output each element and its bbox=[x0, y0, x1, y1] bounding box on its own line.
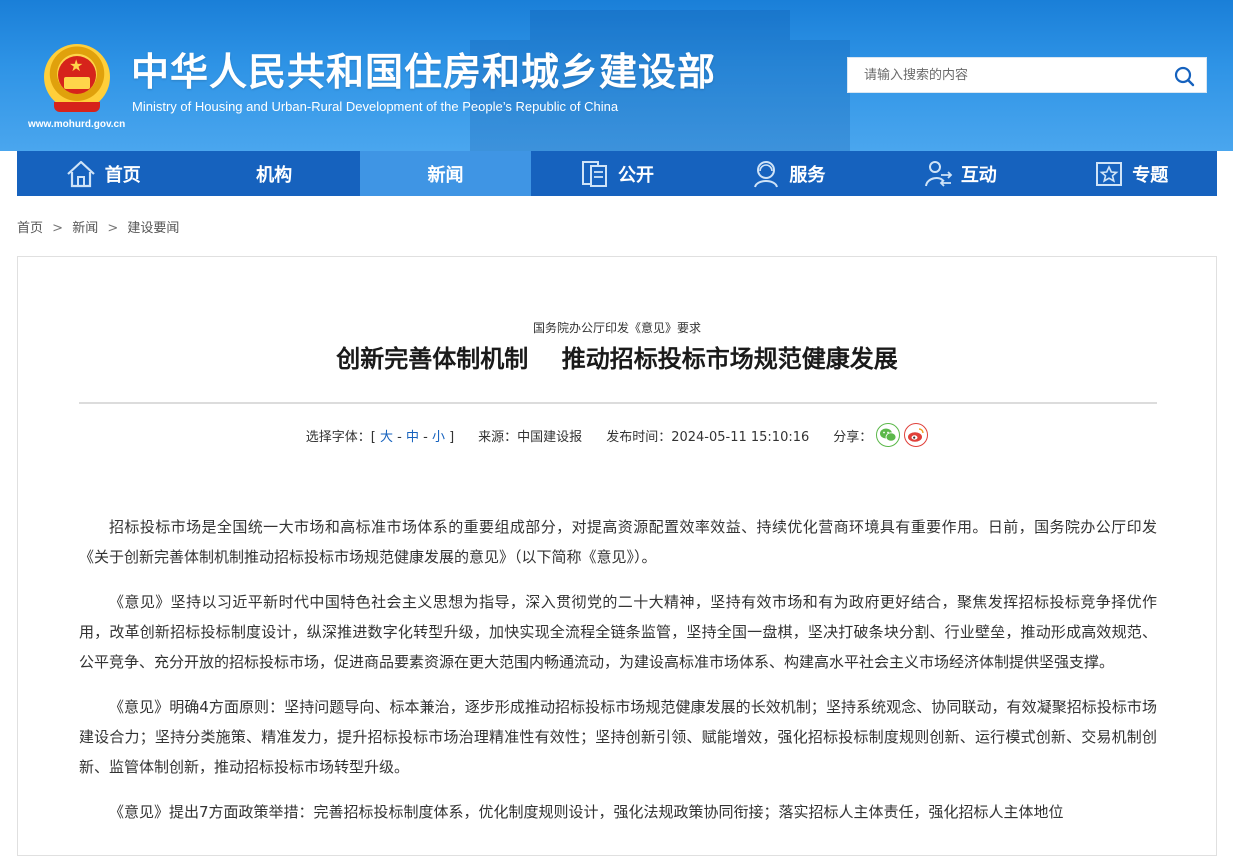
nav-item-label: 专题 bbox=[1132, 164, 1169, 186]
article-container: 国务院办公厅印发《意见》要求 创新完善体制机制 推动招标投标市场规范健康发展 选… bbox=[17, 256, 1217, 856]
breadcrumb-separator: > bbox=[107, 221, 119, 236]
weibo-share-button[interactable] bbox=[904, 423, 929, 447]
breadcrumb-news[interactable]: 新闻 bbox=[72, 221, 98, 236]
weibo-icon bbox=[908, 428, 924, 442]
nav-item-label: 新闻 bbox=[427, 164, 464, 186]
search-icon bbox=[1174, 66, 1195, 87]
wechat-icon bbox=[880, 428, 897, 442]
nav-item-label: 公开 bbox=[617, 164, 654, 186]
font-medium-link[interactable]: 中 bbox=[406, 430, 419, 445]
article-paragraph: 招标投标市场是全国统一大市场和高标准市场体系的重要组成部分，对提高资源配置效率效… bbox=[79, 518, 1157, 566]
site-title-cn[interactable]: 中华人民共和国住房和城乡建设部 bbox=[131, 48, 716, 96]
font-select-label: 选择字体：[ bbox=[305, 429, 376, 445]
nav-item-public[interactable]: 公开 bbox=[531, 151, 702, 196]
font-size-selector: 选择字体：[ 大 - 中 - 小 ] bbox=[306, 426, 454, 445]
document-icon bbox=[581, 160, 607, 187]
nav-item-label: 服务 bbox=[789, 164, 826, 186]
national-emblem-logo[interactable]: ★ bbox=[44, 44, 110, 114]
title-divider bbox=[79, 402, 1157, 404]
wechat-share-button[interactable] bbox=[876, 423, 901, 447]
nav-item-label: 机构 bbox=[256, 164, 293, 186]
nav-item-news[interactable]: 新闻 bbox=[359, 151, 532, 196]
site-url: www.mohurd.gov.cn bbox=[28, 119, 126, 130]
nav-item-interaction[interactable]: 互动 bbox=[874, 151, 1045, 196]
font-dash: - bbox=[397, 429, 402, 445]
font-large-link[interactable]: 大 bbox=[380, 430, 393, 445]
nav-item-home[interactable]: 首页 bbox=[17, 151, 188, 196]
search-input[interactable] bbox=[848, 58, 1158, 92]
article-publish-time: 发布时间：2024-05-11 15:10:16 bbox=[606, 429, 810, 445]
breadcrumb: 首页 > 新闻 > 建设要闻 bbox=[17, 217, 179, 236]
nav-item-service[interactable]: 服务 bbox=[703, 151, 874, 196]
font-small-link[interactable]: 小 bbox=[432, 430, 445, 445]
star-box-icon bbox=[1096, 161, 1123, 186]
breadcrumb-separator: > bbox=[52, 221, 64, 236]
article-body: 招标投标市场是全国统一大市场和高标准市场体系的重要组成部分，对提高资源配置效率效… bbox=[79, 512, 1157, 842]
nav-item-organization[interactable]: 机构 bbox=[188, 151, 359, 196]
article-subtitle: 国务院办公厅印发《意见》要求 bbox=[532, 321, 701, 335]
nav-item-label: 互动 bbox=[960, 164, 997, 186]
breadcrumb-home[interactable]: 首页 bbox=[17, 221, 43, 236]
article-meta: 选择字体：[ 大 - 中 - 小 ] 来源：中国建设报 发布时间：2024-05… bbox=[18, 423, 1216, 447]
article-title: 创新完善体制机制 推动招标投标市场规范健康发展 bbox=[336, 345, 898, 373]
article-paragraph: 《意见》提出7方面政策举措：完善招标投标制度体系，优化制度规则设计，强化法规政策… bbox=[109, 803, 1064, 821]
nav-item-topics[interactable]: 专题 bbox=[1046, 151, 1217, 196]
share-label: 分享： bbox=[833, 429, 873, 445]
nav-item-label: 首页 bbox=[104, 164, 141, 186]
article-paragraph: 《意见》明确4方面原则：坚持问题导向、标本兼治，逐步形成推动招标投标市场规范健康… bbox=[79, 698, 1157, 776]
font-select-close: ] bbox=[449, 429, 455, 445]
interaction-icon bbox=[924, 160, 953, 187]
article-source: 来源：中国建设报 bbox=[478, 429, 583, 445]
service-icon bbox=[754, 160, 779, 187]
article-paragraph: 《意见》坚持以习近平新时代中国特色社会主义思想为指导，深入贯彻党的二十大精神，坚… bbox=[79, 593, 1157, 671]
search-button[interactable] bbox=[1170, 62, 1198, 90]
main-nav: 首页 机构 新闻 公开 服务 互动 专题 bbox=[17, 151, 1217, 196]
site-title-en: Ministry of Housing and Urban-Rural Deve… bbox=[132, 99, 619, 114]
home-icon bbox=[66, 160, 95, 187]
search-box bbox=[847, 57, 1207, 93]
breadcrumb-construction-news[interactable]: 建设要闻 bbox=[127, 221, 179, 236]
site-header: ★ www.mohurd.gov.cn 中华人民共和国住房和城乡建设部 Mini… bbox=[0, 0, 1233, 151]
font-dash: - bbox=[423, 429, 428, 445]
share-section: 分享： bbox=[833, 423, 929, 447]
